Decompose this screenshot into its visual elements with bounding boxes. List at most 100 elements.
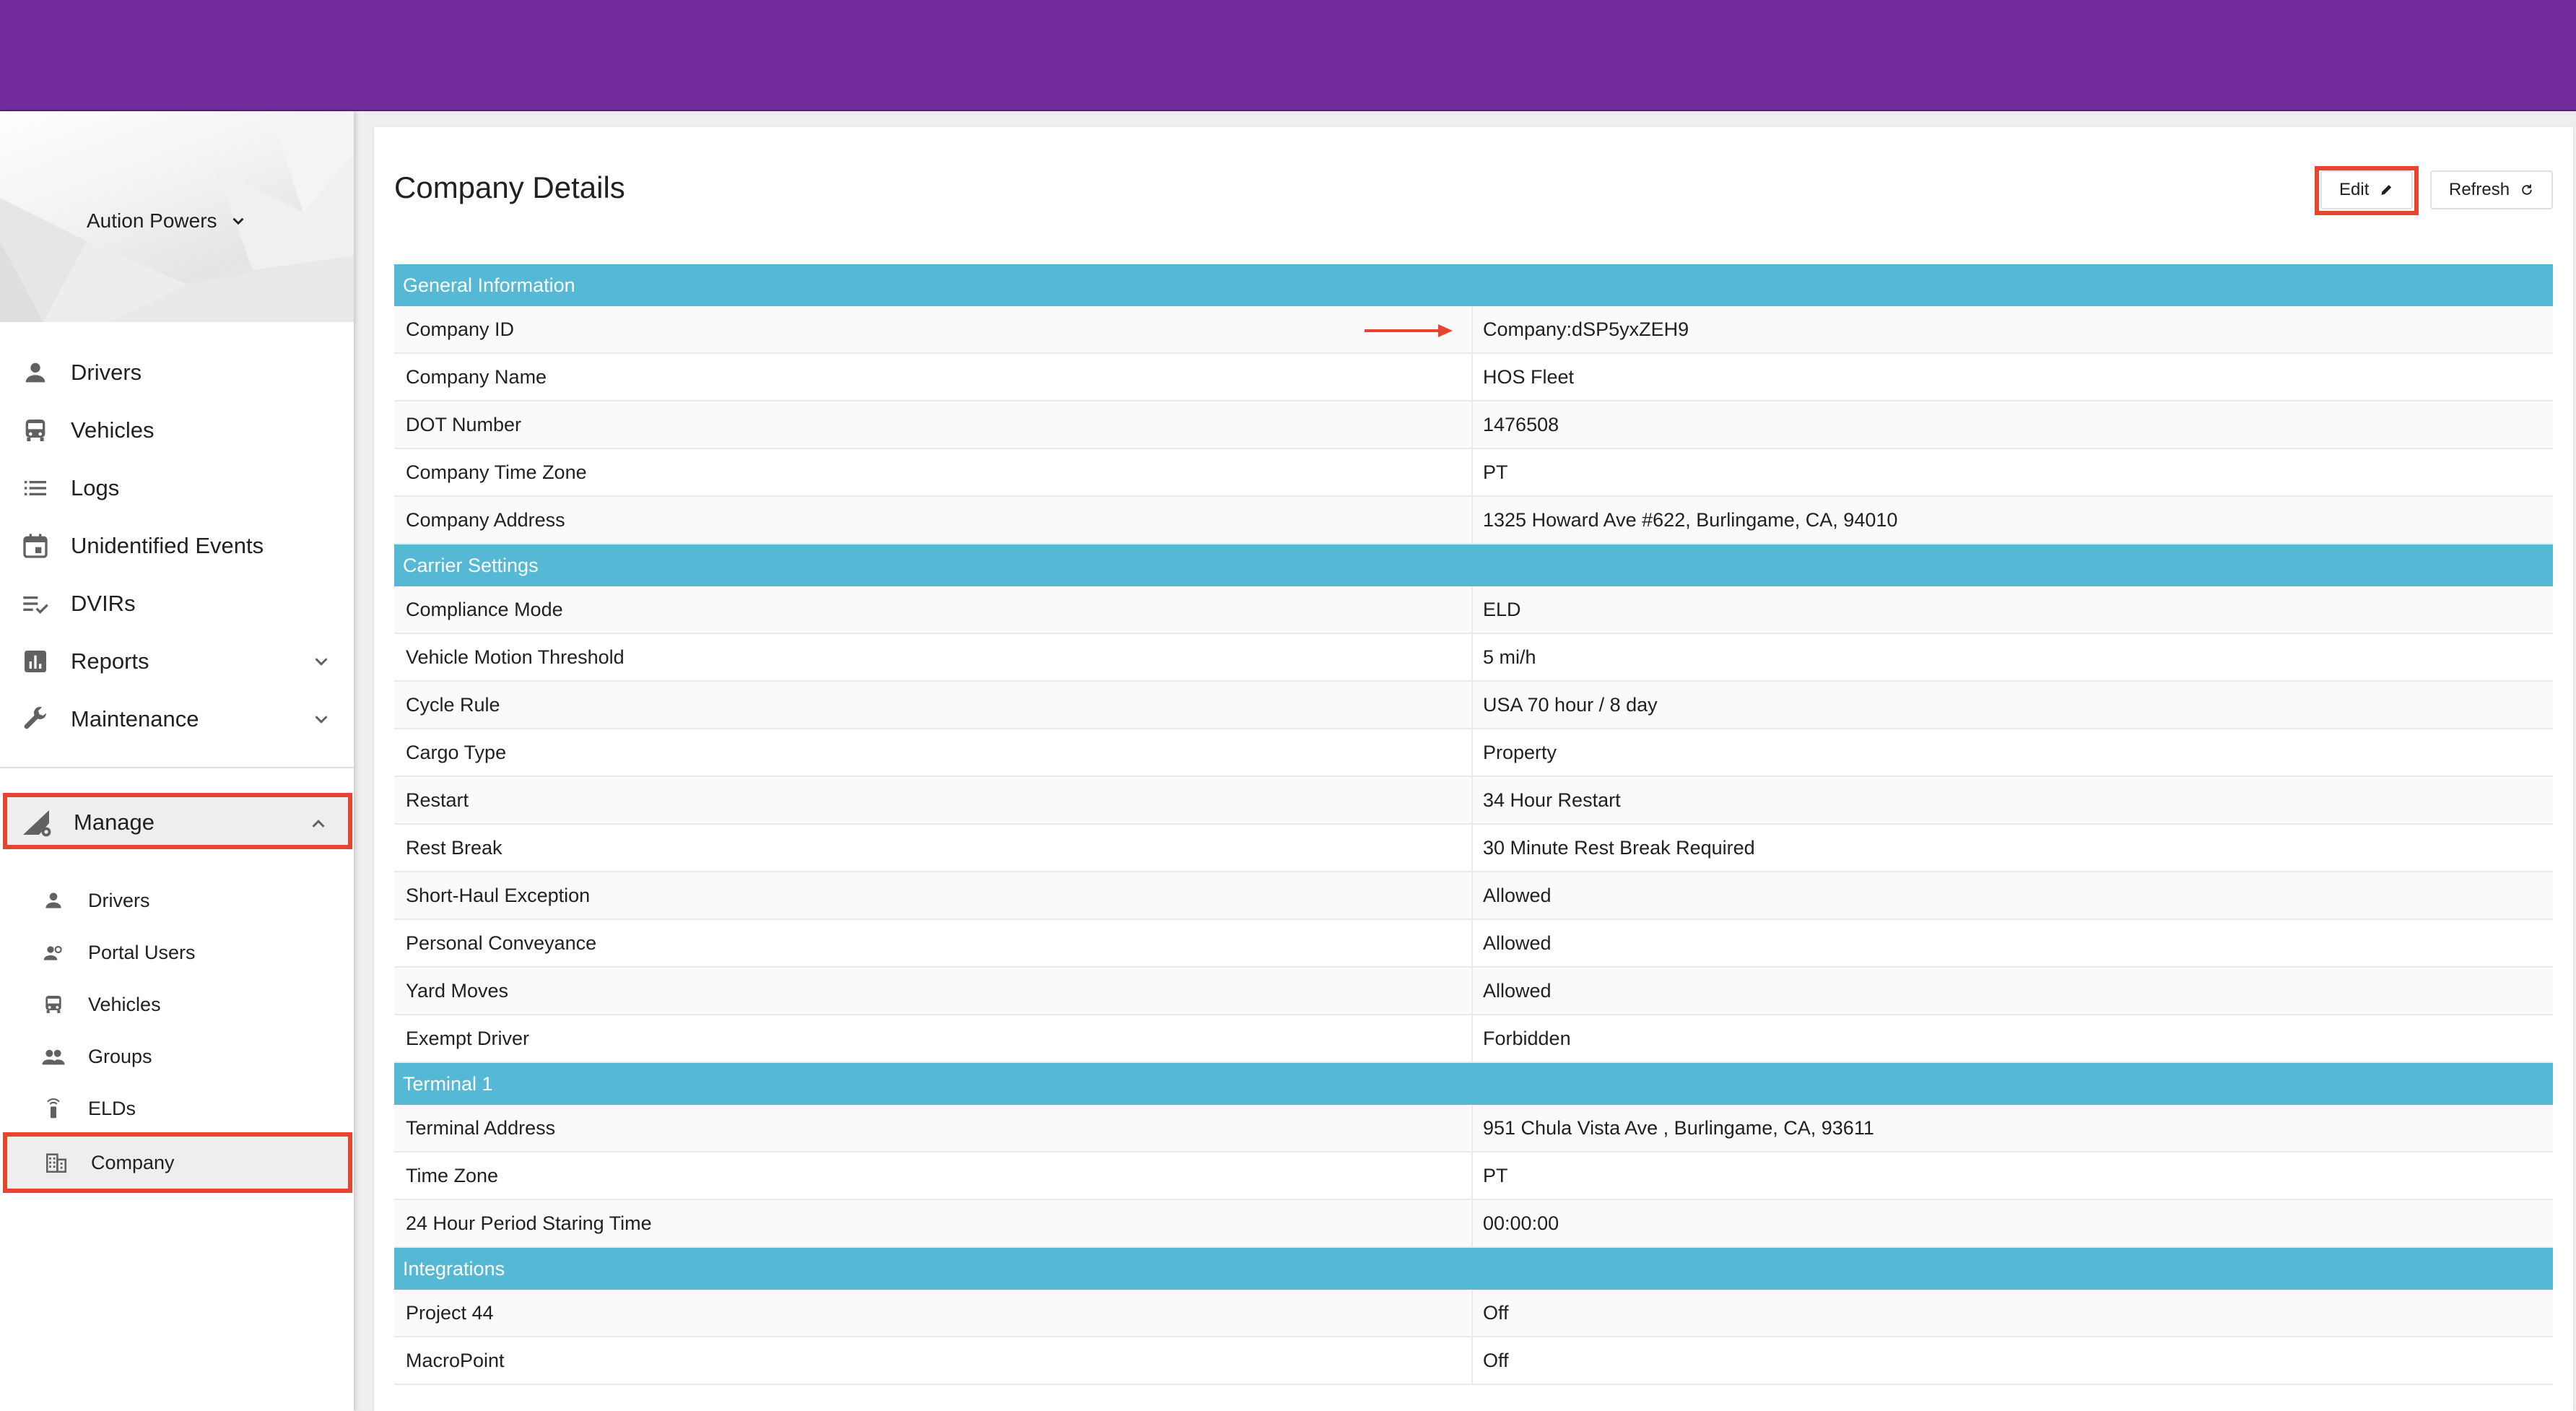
manage-item-company[interactable]: Company bbox=[3, 1132, 352, 1193]
chevron-down-icon bbox=[232, 217, 244, 225]
person-icon bbox=[20, 357, 51, 388]
nav-item-label: DVIRs bbox=[71, 591, 136, 616]
row-key: Company Name bbox=[406, 365, 547, 388]
row-value: Property bbox=[1483, 741, 1557, 763]
row-value: 00:00:00 bbox=[1483, 1212, 1559, 1234]
manage-item-label: Portal Users bbox=[88, 941, 196, 963]
section-rows: Project 44 Off MacroPoint Off bbox=[394, 1290, 2553, 1385]
manage-item-label: Company bbox=[91, 1151, 175, 1173]
row-key: MacroPoint bbox=[406, 1349, 505, 1371]
person-icon bbox=[40, 887, 66, 913]
row-value: 30 Minute Rest Break Required bbox=[1483, 836, 1755, 859]
nav-item-maintenance[interactable]: Maintenance bbox=[0, 693, 354, 745]
row-key: Company Time Zone bbox=[406, 461, 587, 483]
wrench-icon bbox=[20, 704, 51, 734]
table-row: MacroPoint Off bbox=[394, 1337, 2553, 1385]
chevron-down-icon bbox=[315, 716, 328, 724]
column-divider bbox=[1471, 401, 1473, 448]
row-value: 34 Hour Restart bbox=[1483, 789, 1621, 811]
column-divider bbox=[1471, 306, 1473, 352]
column-divider bbox=[1471, 920, 1473, 966]
row-key: Exempt Driver bbox=[406, 1027, 530, 1049]
row-value: PT bbox=[1483, 461, 1508, 483]
table-row: Cycle Rule USA 70 hour / 8 day bbox=[394, 682, 2553, 729]
row-key: Personal Conveyance bbox=[406, 932, 597, 954]
page-title: Company Details bbox=[394, 170, 625, 204]
table-row: Compliance Mode ELD bbox=[394, 586, 2553, 634]
row-value: Off bbox=[1483, 1301, 1509, 1324]
nav-item-logs[interactable]: Logs bbox=[0, 462, 354, 514]
table-row: Restart 34 Hour Restart bbox=[394, 777, 2553, 825]
row-key: Restart bbox=[406, 789, 469, 811]
nav-group-manage[interactable]: Manage bbox=[3, 793, 352, 849]
profile-header: Aution Powers bbox=[0, 111, 354, 322]
sidebar: Aution Powers Drivers Vehicles Logs Unid… bbox=[0, 111, 354, 1411]
manage-item-elds[interactable]: ELDs bbox=[0, 1083, 354, 1134]
row-key: Cycle Rule bbox=[406, 693, 500, 716]
column-divider bbox=[1471, 497, 1473, 543]
edit-button[interactable]: Edit bbox=[2320, 170, 2413, 209]
manage-item-groups[interactable]: Groups bbox=[0, 1031, 354, 1082]
nav-item-drivers[interactable]: Drivers bbox=[0, 347, 354, 399]
eld-device-icon bbox=[40, 1095, 66, 1121]
column-divider bbox=[1471, 1337, 1473, 1384]
nav-item-vehicles[interactable]: Vehicles bbox=[0, 404, 354, 456]
calendar-icon bbox=[20, 531, 51, 561]
row-value: Off bbox=[1483, 1349, 1509, 1371]
table-row: DOT Number 1476508 bbox=[394, 401, 2553, 449]
refresh-icon bbox=[2522, 184, 2532, 195]
section-header-integrations: Integrations bbox=[394, 1248, 2553, 1290]
row-value: ELD bbox=[1483, 598, 1521, 620]
row-value: 951 Chula Vista Ave , Burlingame, CA, 93… bbox=[1483, 1116, 1874, 1139]
nav-item-label: Vehicles bbox=[71, 417, 155, 443]
table-row: Short-Haul Exception Allowed bbox=[394, 872, 2553, 920]
list-icon bbox=[20, 473, 51, 503]
nav-item-unidentified-events[interactable]: Unidentified Events bbox=[0, 520, 354, 572]
manage-item-portal-users[interactable]: Portal Users bbox=[0, 927, 354, 978]
table-row: 24 Hour Period Staring Time 00:00:00 bbox=[394, 1200, 2553, 1248]
manage-item-label: ELDs bbox=[88, 1097, 136, 1119]
column-divider bbox=[1471, 1290, 1473, 1336]
row-value: 5 mi/h bbox=[1483, 646, 1536, 668]
row-key: 24 Hour Period Staring Time bbox=[406, 1212, 652, 1234]
row-key: Company Address bbox=[406, 508, 565, 531]
table-row: Vehicle Motion Threshold 5 mi/h bbox=[394, 634, 2553, 682]
top-app-bar bbox=[0, 0, 2576, 111]
table-row: Exempt Driver Forbidden bbox=[394, 1015, 2553, 1063]
user-menu[interactable]: Aution Powers bbox=[87, 209, 248, 233]
column-divider bbox=[1471, 777, 1473, 823]
building-icon bbox=[43, 1150, 69, 1176]
row-value: Allowed bbox=[1483, 932, 1552, 954]
section-header-carrier-settings: Carrier Settings bbox=[394, 544, 2553, 586]
table-row: Cargo Type Property bbox=[394, 729, 2553, 777]
row-key: Project 44 bbox=[406, 1301, 494, 1324]
edit-button-label: Edit bbox=[2339, 180, 2370, 199]
column-divider bbox=[1471, 682, 1473, 728]
row-key: Company ID bbox=[406, 318, 515, 340]
row-key: Rest Break bbox=[406, 836, 502, 859]
column-divider bbox=[1471, 586, 1473, 633]
row-key: Short-Haul Exception bbox=[406, 884, 591, 906]
row-value: Allowed bbox=[1483, 884, 1552, 906]
manage-settings-icon bbox=[20, 806, 55, 841]
table-row: Company ID Company:dSP5yxZEH9 bbox=[394, 306, 2553, 354]
nav-item-reports[interactable]: Reports bbox=[0, 635, 354, 687]
nav-item-dvirs[interactable]: DVIRs bbox=[0, 578, 354, 630]
row-value: Forbidden bbox=[1483, 1027, 1571, 1049]
table-row: Terminal Address 951 Chula Vista Ave , B… bbox=[394, 1105, 2553, 1152]
table-row: Project 44 Off bbox=[394, 1290, 2553, 1337]
bar-chart-icon bbox=[20, 646, 51, 677]
nav-item-label: Drivers bbox=[71, 360, 142, 385]
row-value: Company:dSP5yxZEH9 bbox=[1483, 318, 1689, 340]
nav-item-label: Maintenance bbox=[71, 706, 199, 731]
section-rows: Terminal Address 951 Chula Vista Ave , B… bbox=[394, 1105, 2553, 1248]
manage-item-drivers[interactable]: Drivers bbox=[0, 875, 354, 926]
refresh-button[interactable]: Refresh bbox=[2430, 170, 2553, 209]
nav-item-label: Reports bbox=[71, 648, 149, 674]
column-divider bbox=[1471, 872, 1473, 919]
manage-item-vehicles[interactable]: Vehicles bbox=[0, 979, 354, 1030]
nav-group-label: Manage bbox=[74, 809, 155, 835]
refresh-button-label: Refresh bbox=[2449, 180, 2510, 199]
table-row: Rest Break 30 Minute Rest Break Required bbox=[394, 825, 2553, 872]
row-value: 1325 Howard Ave #622, Burlingame, CA, 94… bbox=[1483, 508, 1898, 531]
